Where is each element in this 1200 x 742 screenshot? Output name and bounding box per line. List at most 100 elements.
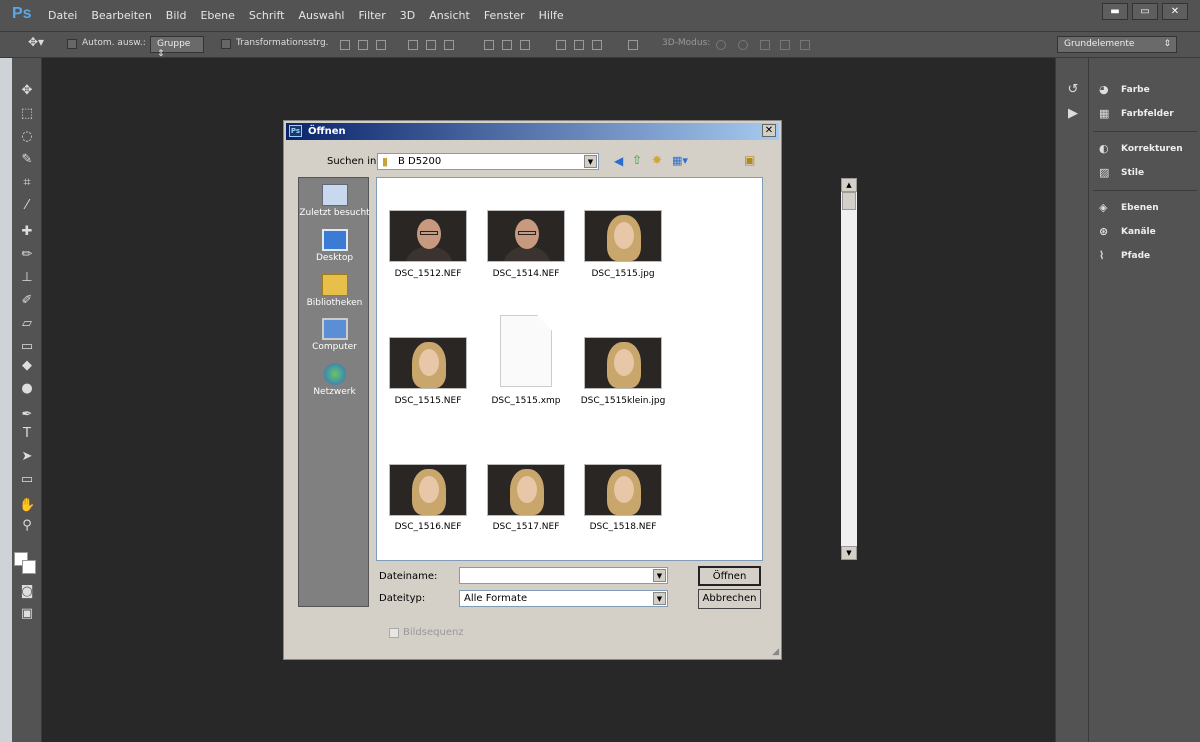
3d-roll-icon[interactable] [738, 40, 748, 50]
3d-scale-icon[interactable] [800, 40, 810, 50]
scroll-up-icon[interactable]: ▲ [841, 178, 857, 192]
quick-mask-icon[interactable]: ◙ [19, 584, 35, 600]
scroll-down-icon[interactable]: ▼ [841, 546, 857, 560]
file-thumbnail[interactable] [389, 337, 467, 389]
file-thumbnail[interactable] [584, 210, 662, 262]
menu-datei[interactable]: Datei [48, 9, 77, 22]
panel-farbfelder[interactable]: ▦ Farbfelder [1099, 108, 1174, 120]
file-name[interactable]: DSC_1517.NEF [476, 522, 576, 532]
auto-select-checkbox[interactable] [67, 39, 77, 49]
menu-auswahl[interactable]: Auswahl [298, 9, 344, 22]
file-thumbnail[interactable] [584, 337, 662, 389]
screen-mode-icon[interactable]: ▣ [19, 606, 35, 622]
place-libraries[interactable]: Bibliotheken [299, 274, 370, 308]
back-icon[interactable]: ◀ [614, 154, 623, 168]
3d-slide-icon[interactable] [780, 40, 790, 50]
file-name[interactable]: DSC_1515.NEF [378, 396, 478, 406]
file-name[interactable]: DSC_1514.NEF [476, 269, 576, 279]
filetype-select[interactable]: Alle Formate ▼ [459, 590, 668, 607]
resize-grip-icon[interactable]: ◢ [772, 647, 779, 657]
vertical-scrollbar[interactable]: ▲ ▼ [841, 178, 857, 560]
move-tool-icon[interactable]: ✥ [19, 83, 35, 99]
stamp-tool-icon[interactable]: ⊥ [19, 270, 35, 286]
place-recent[interactable]: Zuletzt besucht [299, 184, 370, 218]
brush-tool-icon[interactable]: ✏ [19, 247, 35, 263]
3d-rotate-icon[interactable] [716, 40, 726, 50]
history-brush-tool-icon[interactable]: ✐ [19, 293, 35, 309]
panel-kanaele[interactable]: ⊛ Kanäle [1099, 226, 1156, 238]
minimize-button[interactable]: ▬ [1102, 3, 1128, 20]
document-icon[interactable] [500, 315, 552, 387]
gradient-tool-icon[interactable]: ▭ [19, 339, 35, 355]
look-in-select[interactable]: ▮ B D5200 ▼ [377, 153, 599, 170]
file-name[interactable]: DSC_1515.xmp [476, 396, 576, 406]
healing-brush-tool-icon[interactable]: ✚ [19, 224, 35, 240]
open-button[interactable]: Öffnen [698, 566, 761, 586]
align-hcenter-icon[interactable] [426, 40, 436, 50]
align-bottom-icon[interactable] [376, 40, 386, 50]
zoom-tool-icon[interactable]: ⚲ [19, 518, 35, 534]
shape-tool-icon[interactable]: ▭ [19, 472, 35, 488]
close-button[interactable]: ✕ [1162, 3, 1188, 20]
panel-stile[interactable]: ▨ Stile [1099, 167, 1144, 179]
panel-korrekturen[interactable]: ◐ Korrekturen [1099, 143, 1183, 155]
quick-select-tool-icon[interactable]: ✎ [19, 152, 35, 168]
crop-tool-icon[interactable]: ⌗ [19, 175, 35, 191]
panel-ebenen[interactable]: ◈ Ebenen [1099, 202, 1159, 214]
folder-shortcut-icon[interactable]: ▣ [744, 153, 755, 167]
distribute-left-icon[interactable] [556, 40, 566, 50]
file-name[interactable]: DSC_1515klein.jpg [573, 396, 673, 406]
hand-tool-icon[interactable]: ✋ [19, 498, 35, 514]
dialog-close-button[interactable]: ✕ [762, 124, 776, 137]
place-network[interactable]: Netzwerk [299, 363, 370, 397]
transform-controls-checkbox[interactable] [221, 39, 231, 49]
file-name[interactable]: DSC_1516.NEF [378, 522, 478, 532]
menu-fenster[interactable]: Fenster [484, 9, 525, 22]
maximize-button[interactable]: ▭ [1132, 3, 1158, 20]
move-tool-icon[interactable]: ✥▾ [28, 35, 44, 49]
type-tool-icon[interactable]: T [19, 426, 35, 442]
panel-pfade[interactable]: ⌇ Pfade [1099, 250, 1150, 262]
menu-bearbeiten[interactable]: Bearbeiten [91, 9, 151, 22]
align-right-icon[interactable] [444, 40, 454, 50]
file-thumbnail[interactable] [389, 464, 467, 516]
file-name[interactable]: DSC_1512.NEF [378, 269, 478, 279]
actions-panel-icon[interactable]: ▶ [1065, 106, 1081, 122]
file-thumbnail[interactable] [487, 210, 565, 262]
eraser-tool-icon[interactable]: ▱ [19, 316, 35, 332]
align-vcenter-icon[interactable] [358, 40, 368, 50]
distribute-bottom-icon[interactable] [520, 40, 530, 50]
distribute-hcenter-icon[interactable] [574, 40, 584, 50]
file-name[interactable]: DSC_1518.NEF [573, 522, 673, 532]
file-thumbnail[interactable] [487, 464, 565, 516]
group-select[interactable]: Gruppe ⇕ [150, 36, 204, 59]
align-top-icon[interactable] [340, 40, 350, 50]
lasso-tool-icon[interactable]: ◌ [19, 129, 35, 145]
panel-farbe[interactable]: ◕ Farbe [1099, 84, 1150, 96]
file-thumbnail[interactable] [584, 464, 662, 516]
history-panel-icon[interactable]: ↺ [1065, 82, 1081, 98]
menu-bild[interactable]: Bild [166, 9, 187, 22]
marquee-tool-icon[interactable]: ⬚ [19, 106, 35, 122]
dodge-tool-icon[interactable]: ● [19, 381, 35, 397]
auto-align-icon[interactable] [628, 40, 638, 50]
3d-pan-icon[interactable] [760, 40, 770, 50]
blur-tool-icon[interactable]: ◆ [19, 358, 35, 374]
view-menu-icon[interactable]: ▦▾ [672, 154, 688, 167]
workspace-select[interactable]: Grundelemente ⇕ [1057, 36, 1177, 53]
menu-schrift[interactable]: Schrift [249, 9, 285, 22]
cancel-button[interactable]: Abbrechen [698, 589, 761, 609]
path-select-tool-icon[interactable]: ➤ [19, 449, 35, 465]
place-computer[interactable]: Computer [299, 318, 370, 352]
pen-tool-icon[interactable]: ✒ [19, 407, 35, 423]
file-thumbnail[interactable] [389, 210, 467, 262]
distribute-vcenter-icon[interactable] [502, 40, 512, 50]
distribute-right-icon[interactable] [592, 40, 602, 50]
menu-hilfe[interactable]: Hilfe [539, 9, 564, 22]
menu-ansicht[interactable]: Ansicht [429, 9, 470, 22]
align-left-icon[interactable] [408, 40, 418, 50]
menu-filter[interactable]: Filter [358, 9, 385, 22]
file-name[interactable]: DSC_1515.jpg [573, 269, 673, 279]
image-sequence-checkbox[interactable] [389, 628, 399, 638]
menu-ebene[interactable]: Ebene [200, 9, 234, 22]
